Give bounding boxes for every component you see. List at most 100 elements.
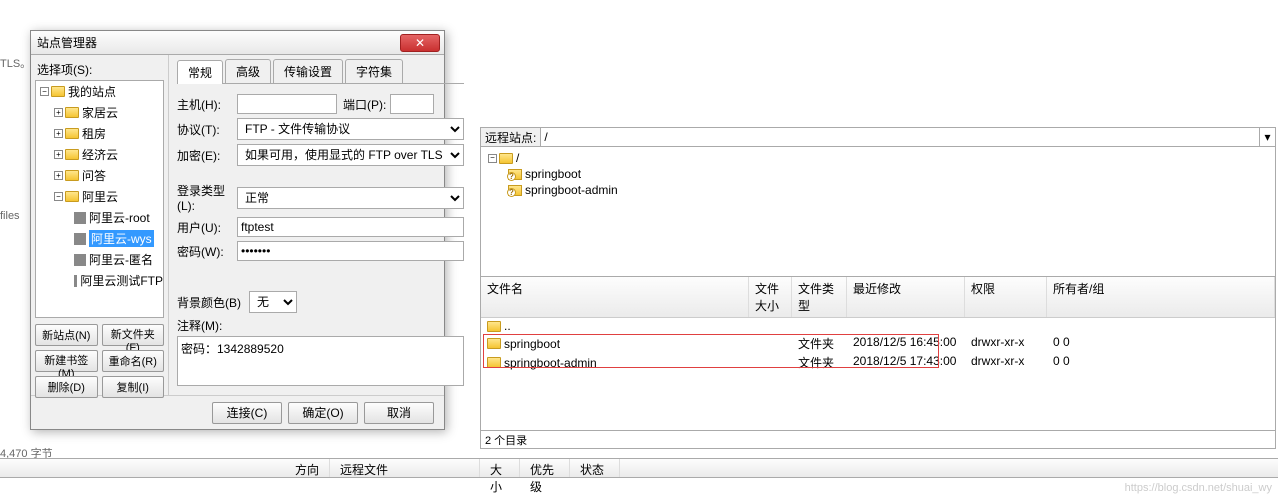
folder-icon <box>51 86 65 97</box>
logintype-label: 登录类型(L): <box>177 182 237 213</box>
tree-subitem[interactable]: 阿里云-匿名 <box>36 249 163 270</box>
connect-button[interactable]: 连接(C) <box>212 402 282 424</box>
user-label: 用户(U): <box>177 219 237 236</box>
tree-item[interactable]: +经济云 <box>36 144 163 165</box>
protocol-label: 协议(T): <box>177 121 237 138</box>
pass-input[interactable] <box>237 241 464 261</box>
site-icon <box>74 233 86 245</box>
table-header: 文件名 文件大小 文件类型 最近修改 权限 所有者/组 <box>481 277 1275 318</box>
collapse-icon[interactable]: − <box>40 87 49 96</box>
cancel-button[interactable]: 取消 <box>364 402 434 424</box>
qcol-priority[interactable]: 优先级 <box>520 459 570 477</box>
ok-button[interactable]: 确定(O) <box>288 402 358 424</box>
bgcolor-label: 背景颜色(B) <box>177 294 249 311</box>
new-folder-button[interactable]: 新文件夹(F) <box>102 324 165 346</box>
expand-icon[interactable]: + <box>54 108 63 117</box>
expand-icon[interactable]: + <box>54 171 63 180</box>
left-pane: 选择项(S): −我的站点 +家居云 +租房 +经济云 +问答 −阿里云 阿里云… <box>31 55 169 395</box>
tree-subitem[interactable]: 阿里云测试FTP <box>36 270 163 291</box>
bg-tls-text: TLS。 <box>0 55 31 71</box>
remote-tree[interactable]: −/ ?springboot ?springboot-admin <box>480 147 1276 277</box>
table-row[interactable]: springboot 文件夹 2018/12/5 16:45:00 drwxr-… <box>481 334 1275 353</box>
remote-status: 2 个目录 <box>480 431 1276 449</box>
folder-icon <box>65 107 79 118</box>
tree-subitem[interactable]: 阿里云-root <box>36 207 163 228</box>
copy-button[interactable]: 复制(I) <box>102 376 165 398</box>
question-icon: ? <box>507 188 516 197</box>
collapse-icon[interactable]: − <box>54 192 63 201</box>
host-label: 主机(H): <box>177 96 237 113</box>
chevron-down-icon[interactable]: ▾ <box>1259 128 1275 146</box>
folder-icon <box>499 153 513 164</box>
remote-path-input[interactable] <box>541 128 1259 146</box>
site-tree[interactable]: −我的站点 +家居云 +租房 +经济云 +问答 −阿里云 阿里云-root 阿里… <box>35 80 164 318</box>
port-input[interactable] <box>390 94 434 114</box>
protocol-select[interactable]: FTP - 文件传输协议 <box>237 118 464 140</box>
comment-textarea[interactable]: 密码：1342889520 <box>177 336 464 386</box>
delete-button[interactable]: 删除(D) <box>35 376 98 398</box>
bgcolor-select[interactable]: 无 <box>249 291 297 313</box>
qcol-remotefile[interactable]: 远程文件 <box>330 459 480 477</box>
tab-transfer[interactable]: 传输设置 <box>273 59 343 83</box>
expand-icon[interactable]: + <box>54 129 63 138</box>
qcol-size[interactable]: 大小 <box>480 459 520 477</box>
expand-icon[interactable]: + <box>54 150 63 159</box>
user-input[interactable] <box>237 217 464 237</box>
tab-advanced[interactable]: 高级 <box>225 59 271 83</box>
queue-header: 方向 远程文件 大小 优先级 状态 <box>0 458 1278 478</box>
site-icon <box>74 254 86 266</box>
new-site-button[interactable]: 新站点(N) <box>35 324 98 346</box>
remote-tree-item[interactable]: ?springboot-admin <box>484 182 1272 198</box>
tree-root[interactable]: −我的站点 <box>36 81 163 102</box>
qcol-status[interactable]: 状态 <box>570 459 620 477</box>
host-input[interactable] <box>237 94 337 114</box>
watermark: https://blog.csdn.net/shuai_wy <box>1125 482 1272 494</box>
tree-item[interactable]: −阿里云 <box>36 186 163 207</box>
rename-button[interactable]: 重命名(R) <box>102 350 165 372</box>
titlebar[interactable]: 站点管理器 ✕ <box>31 31 444 55</box>
close-button[interactable]: ✕ <box>400 34 440 52</box>
tab-charset[interactable]: 字符集 <box>345 59 403 83</box>
remote-tree-item[interactable]: ?springboot <box>484 166 1272 182</box>
qcol-direction[interactable]: 方向 <box>0 459 330 477</box>
col-owner[interactable]: 所有者/组 <box>1047 277 1275 317</box>
col-size[interactable]: 文件大小 <box>749 277 792 317</box>
folder-icon <box>487 357 501 368</box>
folder-icon <box>65 170 79 181</box>
tab-general[interactable]: 常规 <box>177 60 223 84</box>
folder-icon <box>65 191 79 202</box>
collapse-icon[interactable]: − <box>488 154 497 163</box>
remote-label: 远程站点: <box>481 128 541 146</box>
logintype-select[interactable]: 正常 <box>237 187 464 209</box>
col-date[interactable]: 最近修改 <box>847 277 965 317</box>
folder-icon <box>65 128 79 139</box>
pass-label: 密码(W): <box>177 243 237 260</box>
select-label: 选择项(S): <box>35 61 164 78</box>
remote-path-bar: 远程站点: ▾ <box>480 127 1276 147</box>
tree-subitem-selected[interactable]: 阿里云-wys <box>36 228 163 249</box>
remote-tree-root[interactable]: −/ <box>484 150 1272 166</box>
site-buttons: 新站点(N) 新文件夹(F) 新建书签(M) 重命名(R) 删除(D) 复制(I… <box>35 324 164 398</box>
tree-item[interactable]: +问答 <box>36 165 163 186</box>
dialog-title: 站点管理器 <box>37 34 400 51</box>
col-type[interactable]: 文件类型 <box>792 277 847 317</box>
table-row[interactable]: .. <box>481 318 1275 334</box>
folder-icon <box>65 149 79 160</box>
tree-item[interactable]: +租房 <box>36 123 163 144</box>
table-body[interactable]: .. springboot 文件夹 2018/12/5 16:45:00 drw… <box>481 318 1275 430</box>
tree-item[interactable]: +家居云 <box>36 102 163 123</box>
table-row[interactable]: springboot-admin 文件夹 2018/12/5 17:43:00 … <box>481 353 1275 372</box>
folder-icon: ? <box>508 185 522 196</box>
folder-icon: ? <box>508 169 522 180</box>
port-label: 端口(P): <box>343 96 386 113</box>
encrypt-select[interactable]: 如果可用，使用显式的 FTP over TLS <box>237 144 464 166</box>
col-perm[interactable]: 权限 <box>965 277 1047 317</box>
col-name[interactable]: 文件名 <box>481 277 749 317</box>
dialog-footer: 连接(C) 确定(O) 取消 <box>31 395 444 429</box>
site-icon <box>74 212 86 224</box>
encrypt-label: 加密(E): <box>177 147 237 164</box>
folder-icon <box>487 321 501 332</box>
tabs: 常规 高级 传输设置 字符集 <box>177 59 464 84</box>
remote-panel: 远程站点: ▾ −/ ?springboot ?springboot-admin… <box>480 127 1276 449</box>
new-bookmark-button[interactable]: 新建书签(M) <box>35 350 98 372</box>
